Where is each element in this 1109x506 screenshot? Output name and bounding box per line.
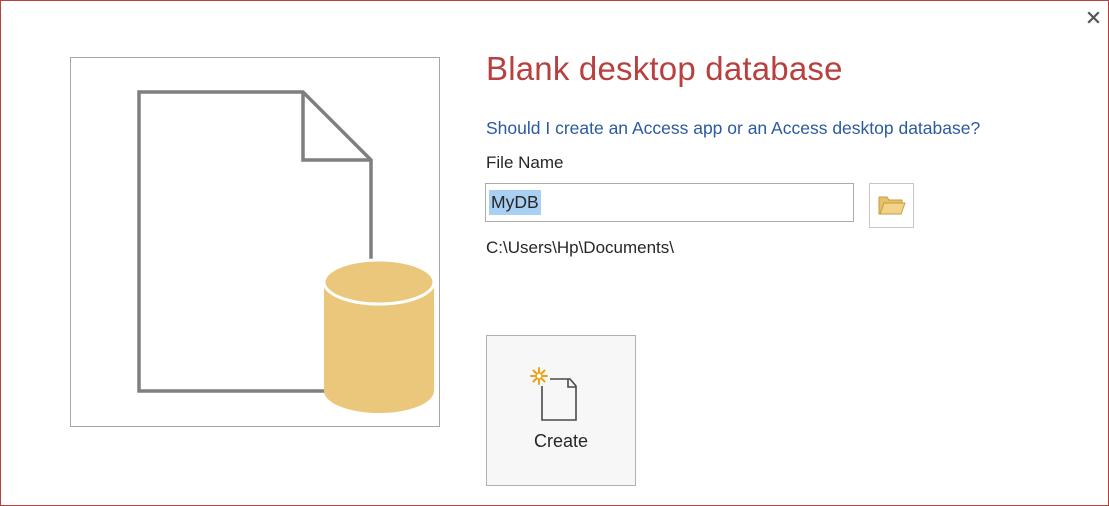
save-location-path: C:\Users\Hp\Documents\: [486, 238, 674, 257]
file-name-input[interactable]: MyDB: [485, 183, 854, 222]
folder-icon: [878, 196, 906, 215]
create-button[interactable]: Create: [486, 335, 636, 486]
database-document-icon: [137, 90, 436, 413]
dialog-title: Blank desktop database: [486, 50, 843, 87]
blank-database-dialog: Blank desktop database Should I create a…: [0, 0, 1109, 506]
file-name-value: MyDB: [489, 190, 541, 215]
close-button[interactable]: [1085, 9, 1103, 27]
help-link[interactable]: Should I create an Access app or an Acce…: [486, 118, 980, 139]
file-name-label: File Name: [486, 153, 564, 172]
new-document-icon: [530, 367, 577, 421]
template-preview: [70, 57, 440, 427]
create-label: Create: [533, 431, 589, 451]
close-icon: [1087, 11, 1100, 24]
browse-folder-button[interactable]: [869, 183, 914, 228]
